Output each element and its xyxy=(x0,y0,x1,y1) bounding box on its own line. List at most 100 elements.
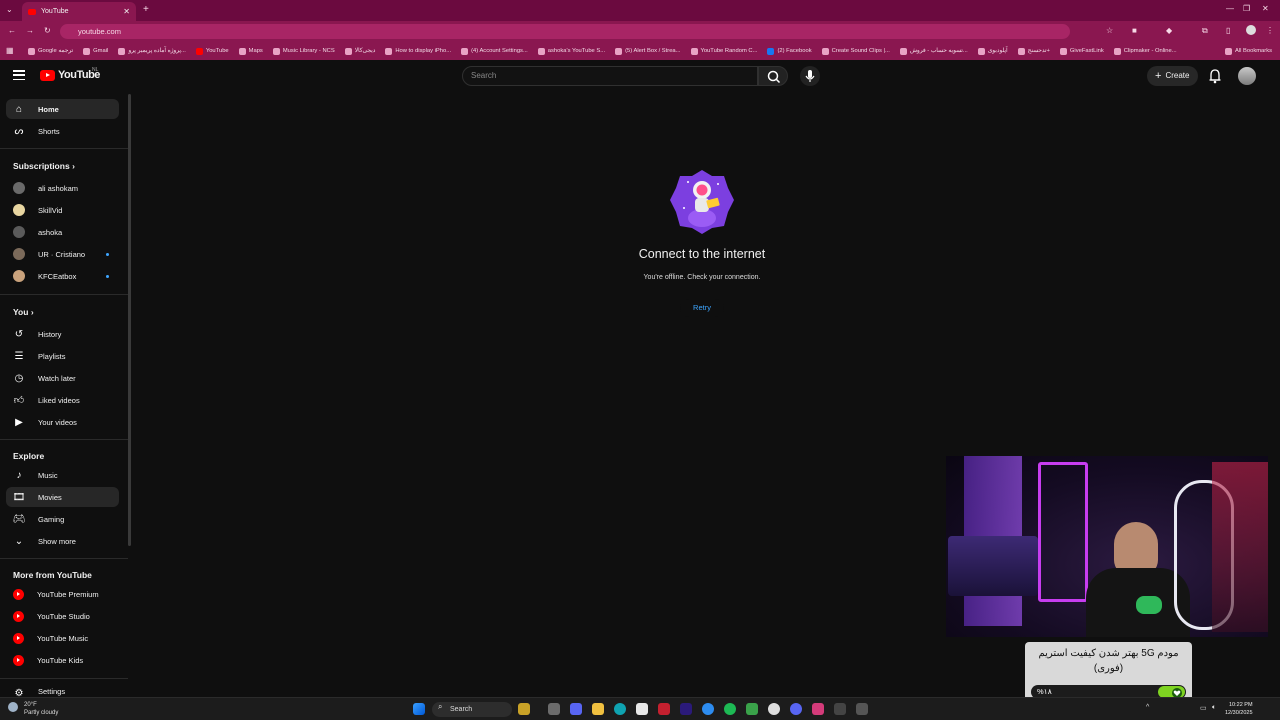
bookmark-item[interactable]: تسویه حساب - فروش... xyxy=(899,47,968,55)
taskbar-clock[interactable]: 10:22 PM 12/30/2025 xyxy=(1225,701,1253,717)
back-icon[interactable]: ← xyxy=(8,26,16,35)
bookmark-item[interactable]: Gmail xyxy=(83,47,108,55)
app-icon[interactable] xyxy=(658,703,670,715)
subscription-item[interactable]: ashoka xyxy=(6,222,119,242)
app-icon[interactable] xyxy=(702,703,714,715)
close-tab-icon[interactable]: ✕ xyxy=(123,7,130,16)
bookmark-item[interactable]: پروژه آماده پریمیر پرو... xyxy=(118,47,186,55)
bookmark-item[interactable]: Google ترجمه xyxy=(28,47,73,55)
voice-search-button[interactable] xyxy=(800,66,820,86)
widgets-icon[interactable] xyxy=(518,703,530,715)
subscriptions-heading[interactable]: Subscriptions › xyxy=(13,161,75,171)
search-button[interactable] xyxy=(758,66,788,86)
task-view-icon[interactable] xyxy=(548,703,560,715)
weather-widget[interactable]: 20°F Partly cloudy xyxy=(24,701,58,717)
url-field[interactable]: youtube.com xyxy=(60,24,1070,39)
bookmark-item[interactable]: (5) Alert Box / Strea... xyxy=(615,47,681,55)
apps-grid-icon[interactable]: ▦ xyxy=(6,46,14,55)
bookmark-item[interactable]: Music Library - NCS xyxy=(272,47,335,55)
bookmark-item[interactable]: Maps xyxy=(238,47,263,55)
weather-icon[interactable] xyxy=(8,702,18,712)
bookmark-favicon-icon xyxy=(344,47,352,55)
bookmark-item[interactable]: (2) Facebook xyxy=(767,47,812,55)
bookmark-item[interactable]: How to display iPho... xyxy=(385,47,451,55)
bookmark-item[interactable]: ashoka's YouTube S... xyxy=(537,47,605,55)
sidebar-item-movies[interactable]: 🎞︎ Movies xyxy=(6,487,119,507)
volume-icon[interactable]: 🔈︎ xyxy=(1212,704,1216,712)
bookmark-item[interactable]: آپلودبوی xyxy=(977,47,1008,55)
edge-icon[interactable] xyxy=(614,703,626,715)
account-avatar[interactable] xyxy=(1238,67,1256,85)
minimize-icon[interactable]: — xyxy=(1226,4,1234,13)
bookmark-item[interactable]: دیجی‌کالا xyxy=(344,47,375,55)
sidebar-item-home[interactable]: ⌂ Home xyxy=(6,99,119,119)
subscription-item[interactable]: UR · Cristiano xyxy=(6,244,119,264)
retry-button[interactable]: Retry xyxy=(680,299,724,317)
sidebar-item-liked-videos[interactable]: 👍︎ Liked videos xyxy=(6,390,119,410)
sidebar-item-youtube-premium[interactable]: YouTube Premium xyxy=(6,584,119,604)
create-button[interactable]: + Create xyxy=(1147,66,1198,86)
hamburger-menu-icon[interactable] xyxy=(13,69,25,81)
extensions-puzzle-icon[interactable]: ⧉ xyxy=(1202,26,1208,36)
sidebar-item-your-videos[interactable]: ▶ Your videos xyxy=(6,412,119,432)
bookmark-item[interactable]: (4) Account Settings... xyxy=(461,47,528,55)
bookmark-item[interactable]: YouTube xyxy=(195,47,229,55)
window-close-icon[interactable]: ✕ xyxy=(1262,4,1269,13)
sidebar-item-playlists[interactable]: ☰ Playlists xyxy=(6,346,119,366)
network-icon[interactable]: ▭ xyxy=(1200,704,1207,712)
maximize-icon[interactable]: ❐ xyxy=(1243,4,1250,13)
sidebar-toggle-icon[interactable]: ▯ xyxy=(1226,26,1230,35)
app-icon[interactable] xyxy=(812,703,824,715)
sidebar-item-music[interactable]: ♪ Music xyxy=(6,465,119,485)
subscription-item[interactable]: ali ashokam xyxy=(6,178,119,198)
new-tab-icon[interactable]: + xyxy=(143,4,149,15)
taskbar-search[interactable]: Search xyxy=(432,702,512,717)
plus-icon: + xyxy=(1155,70,1162,82)
sidebar-item-history[interactable]: ↺ History xyxy=(6,324,119,344)
bookmark-star-icon[interactable]: ☆ xyxy=(1106,26,1113,35)
you-heading[interactable]: You › xyxy=(13,307,34,317)
premiere-pro-icon[interactable] xyxy=(680,703,692,715)
file-explorer-icon[interactable] xyxy=(592,703,604,715)
bookmark-item[interactable]: YouTube Random C... xyxy=(690,47,757,55)
bookmark-item[interactable]: GiveFastLink xyxy=(1059,47,1104,55)
tab-search-icon[interactable]: ⌄ xyxy=(6,5,13,14)
chrome-icon[interactable] xyxy=(768,703,780,715)
tray-chevron-icon[interactable]: ^ xyxy=(1146,704,1149,711)
bookmark-item[interactable]: Create Sound Clips |... xyxy=(821,47,890,55)
forward-icon[interactable]: → xyxy=(26,26,34,35)
teams-icon[interactable] xyxy=(570,703,582,715)
subscription-item[interactable]: SkillVid xyxy=(6,200,119,220)
browser-tab[interactable]: YouTube ✕ xyxy=(22,2,136,21)
app-icon[interactable] xyxy=(834,703,846,715)
home-icon: ⌂ xyxy=(15,103,23,115)
sidebar-item-watch-later[interactable]: ◷ Watch later xyxy=(6,368,119,388)
bookmark-item[interactable]: تدحسنج+ xyxy=(1017,47,1050,55)
extension-icon[interactable]: ■ xyxy=(1132,26,1137,35)
subscription-item[interactable]: KFCEatbox xyxy=(6,266,119,286)
extension-icon[interactable]: ◆ xyxy=(1166,26,1172,35)
sidebar-item-youtube-kids[interactable]: YouTube Kids xyxy=(6,650,119,670)
sidebar-item-youtube-studio[interactable]: YouTube Studio xyxy=(6,606,119,626)
sidebar-item-settings[interactable]: ⚙ Settings xyxy=(6,687,119,697)
app-icon[interactable] xyxy=(856,703,868,715)
menu-dots-icon[interactable]: ⋮ xyxy=(1266,26,1274,35)
sidebar-scrollbar[interactable] xyxy=(128,94,131,546)
profile-icon[interactable] xyxy=(1246,25,1256,35)
app-icon[interactable] xyxy=(746,703,758,715)
all-bookmarks-button[interactable]: All Bookmarks xyxy=(1224,47,1272,55)
discord-icon[interactable] xyxy=(790,703,802,715)
search-input[interactable]: Search xyxy=(462,66,758,86)
sidebar-item-shorts[interactable]: ᔕ Shorts xyxy=(6,121,119,141)
windows-start-icon[interactable] xyxy=(413,703,425,715)
bookmark-item[interactable]: Clipmaker - Online... xyxy=(1113,47,1177,55)
spotify-icon[interactable] xyxy=(724,703,736,715)
folder-icon xyxy=(1224,47,1232,55)
reload-icon[interactable]: ↻ xyxy=(44,26,51,35)
sidebar-item-gaming[interactable]: 🎮︎ Gaming xyxy=(6,509,119,529)
youtube-logo[interactable]: YouTube xyxy=(40,69,100,81)
notifications-bell-icon[interactable] xyxy=(1208,68,1222,84)
store-icon[interactable] xyxy=(636,703,648,715)
sidebar-item-youtube-music[interactable]: YouTube Music xyxy=(6,628,119,648)
show-more-button[interactable]: ⌄ Show more xyxy=(6,531,119,551)
